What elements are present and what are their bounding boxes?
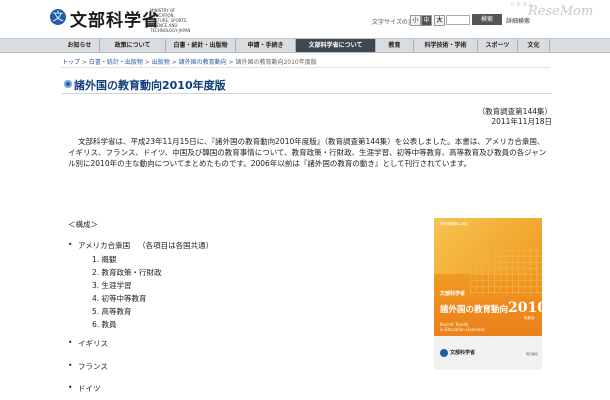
title-bullet-icon (64, 80, 72, 88)
document-date: 2011年11月18日 (491, 117, 552, 126)
breadcrumb-divider (60, 67, 550, 68)
breadcrumb-publications[interactable]: 白書・統計・出版物 (89, 59, 143, 66)
book-small-text: 明石書店 (526, 352, 539, 356)
search-button[interactable]: 検索 (472, 14, 502, 25)
section-item: 1. 概観 (92, 255, 117, 264)
nav-item-education[interactable]: 教育 (376, 39, 414, 52)
site-logo-english: MINISTRY OF EDUCATION, CULTURE, SPORTS, … (150, 8, 198, 33)
composition-heading: ＜構成＞ (68, 220, 98, 229)
logo-en-line-1: MINISTRY OF EDUCATION, (150, 8, 176, 18)
logo-en-line-3: SCIENCE AND TECHNOLOGY-JAPAN (150, 23, 191, 33)
nav-item-culture[interactable]: 文化 (518, 39, 550, 52)
book-cover-image[interactable]: 教育調査第144集 文部科学省 諸外国の教育動向2010 年度版 Recent … (434, 218, 542, 370)
country-name: アメリカ合衆国 (78, 241, 131, 250)
book-title-prefix: 諸外国の教育動向 (440, 305, 509, 315)
page-title: 諸外国の教育動向2010年度版 (74, 79, 226, 92)
nav-item-news[interactable]: お知らせ (60, 39, 100, 52)
nav-item-sports[interactable]: スポーツ (478, 39, 518, 52)
book-publisher: 文部科学省 (440, 291, 466, 297)
book-ministry: 文部科学省 (450, 350, 476, 356)
nav-item-science[interactable]: 科学技術・学術 (414, 39, 478, 52)
book-title: 諸外国の教育動向2010 (440, 300, 542, 316)
section-item: 5. 高等教育 (92, 307, 132, 316)
nav-item-about[interactable]: 文部科学省について (296, 39, 376, 52)
country-item-france: フランス (68, 361, 108, 372)
section-item: 4. 初等中等教育 (92, 294, 147, 303)
book-en-line-2: in Education Overseas (440, 327, 485, 332)
country-item-germany: ドイツ (68, 383, 100, 394)
book-ministry-logo-icon (440, 349, 448, 357)
breadcrumb-top[interactable]: トップ (62, 59, 80, 66)
ministry-logo-icon[interactable]: 文 (50, 9, 66, 25)
country-note: （各項目は各国共通） (138, 241, 214, 250)
search-input[interactable] (446, 15, 470, 25)
section-item: 3. 生涯学習 (92, 281, 132, 290)
global-nav: お知らせ 政策について 白書・統計・出版物 申請・手続き 文部科学省について 教… (0, 38, 610, 53)
breadcrumb-sep: > (169, 59, 179, 66)
font-size-small-button[interactable]: 小 (410, 15, 421, 26)
site-header: 文 文部科学省 MINISTRY OF EDUCATION, CULTURE, … (0, 0, 610, 36)
breadcrumb: トップ > 白書・統計・出版物 > 出版物 > 諸外国の教育動向 > 諸外国の教… (62, 57, 317, 66)
detail-search-link[interactable]: 詳細検索 (506, 16, 530, 25)
book-title-english: Recent Trends in Education Overseas (440, 322, 485, 332)
font-size-medium-button[interactable]: 中 (421, 15, 432, 26)
intro-paragraph: 文部科学省は、平成23年11月15日に、『諸外国の教育動向2010年度版』（教育… (68, 137, 547, 168)
book-series: 教育調査第144集 (440, 222, 468, 226)
nav-item-publications[interactable]: 白書・統計・出版物 (166, 39, 236, 52)
nav-item-policy[interactable]: 政策について (100, 39, 166, 52)
font-size-large-button[interactable]: 大 (434, 15, 445, 26)
breadcrumb-books[interactable]: 出版物 (152, 59, 170, 66)
country-item-uk: イギリス (68, 338, 108, 349)
section-item: 6. 教員 (92, 320, 117, 329)
breadcrumb-current: 諸外国の教育動向2010年度版 (235, 59, 317, 66)
book-cover-pattern (470, 250, 542, 294)
watermark-logo: ReseMom (528, 4, 594, 19)
country-item-usa: アメリカ合衆国 （各項目は各国共通） (68, 240, 214, 251)
breadcrumb-sep: > (142, 59, 152, 66)
nav-item-applications[interactable]: 申請・手続き (236, 39, 296, 52)
book-year: 2010 (508, 300, 542, 316)
book-edition: 年度版 (524, 316, 535, 320)
breadcrumb-sep: > (80, 59, 89, 66)
breadcrumb-trends[interactable]: 諸外国の教育動向 (179, 59, 227, 66)
section-item: 2. 教育政策・行財政 (92, 268, 162, 277)
site-logo-title[interactable]: 文部科学省 (70, 6, 160, 31)
title-divider (62, 93, 552, 94)
